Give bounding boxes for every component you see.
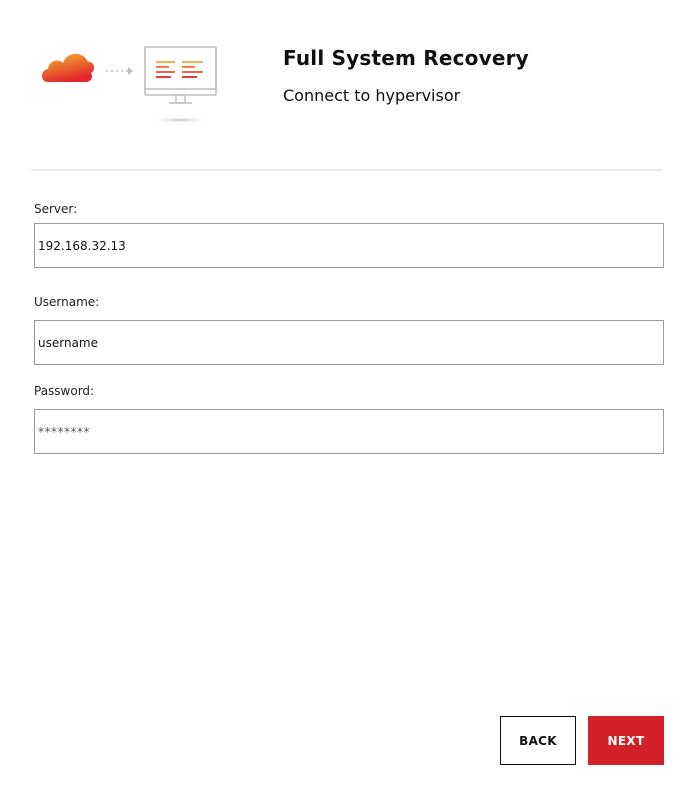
server-input[interactable] xyxy=(34,223,664,268)
dotted-arrow-icon xyxy=(106,67,133,75)
username-label: Username: xyxy=(34,295,100,309)
page-title: Full System Recovery xyxy=(283,46,529,70)
page-subtitle: Connect to hypervisor xyxy=(283,86,461,105)
back-button[interactable]: BACK xyxy=(500,716,576,765)
next-button[interactable]: NEXT xyxy=(588,716,664,765)
username-input[interactable] xyxy=(34,320,664,365)
server-label: Server: xyxy=(34,202,78,216)
wizard-header: Full System Recovery Connect to hypervis… xyxy=(0,0,699,170)
password-input[interactable] xyxy=(34,409,664,454)
password-label: Password: xyxy=(34,384,95,398)
header-divider xyxy=(31,169,662,171)
cloud-icon xyxy=(42,53,95,82)
recovery-illustration xyxy=(42,46,217,123)
monitor-icon xyxy=(144,46,217,123)
